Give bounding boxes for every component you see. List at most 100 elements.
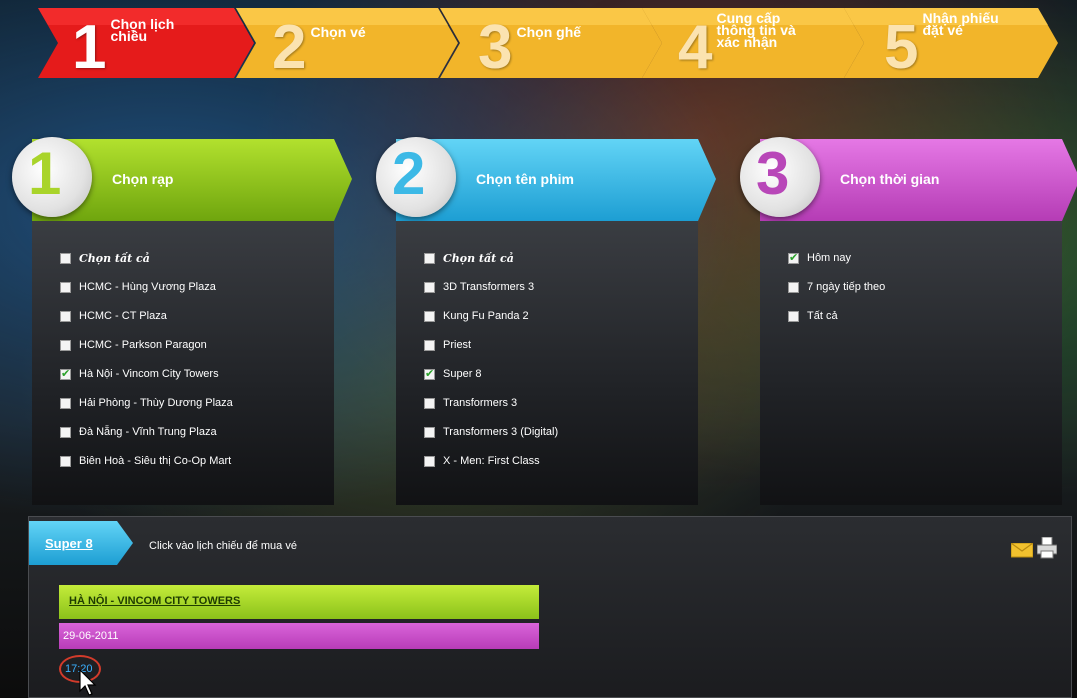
- step-5[interactable]: 5 Nhận phiếu đặt vé: [844, 8, 1058, 82]
- item-label: 3D Transformers 3: [443, 281, 535, 293]
- item-label: Hà Nội - Vincom City Towers: [79, 368, 219, 380]
- theater-item[interactable]: Hà Nội - Vincom City Towers: [60, 367, 219, 381]
- movie-item[interactable]: 3D Transformers 3: [424, 280, 534, 294]
- movie-item[interactable]: X - Men: First Class: [424, 454, 540, 468]
- item-label: Transformers 3 (Digital): [443, 426, 559, 438]
- movie-item[interactable]: Priest: [424, 338, 471, 352]
- schedule-tools: [1011, 537, 1057, 559]
- time-item[interactable]: Tất cả: [788, 309, 838, 323]
- theater-panel-title: Chọn rạp: [112, 171, 174, 187]
- time-step-number: 3: [756, 140, 790, 207]
- schedule-section: Super 8 Click vào lịch chiếu để mua vé H…: [28, 516, 1072, 698]
- item-label: Chọn tất cả: [443, 251, 514, 265]
- venue-name[interactable]: HÀ NỘI - VINCOM CITY TOWERS: [69, 595, 240, 607]
- checkbox[interactable]: [60, 455, 71, 467]
- checkbox[interactable]: [60, 397, 71, 409]
- item-label: HCMC - Parkson Paragon: [79, 339, 207, 351]
- step-3-number: 3: [478, 13, 513, 82]
- time-item[interactable]: Hôm nay: [788, 251, 851, 265]
- checkbox[interactable]: [60, 281, 71, 293]
- mouse-cursor-icon: [79, 669, 97, 696]
- checkbox-checked[interactable]: [60, 367, 71, 380]
- movie-item[interactable]: Kung Fu Panda 2: [424, 309, 529, 323]
- time-panel-title: Chọn thời gian: [840, 171, 940, 187]
- item-label: Chọn tất cả: [79, 251, 150, 265]
- checkbox[interactable]: [60, 252, 71, 264]
- checkbox[interactable]: [424, 339, 435, 351]
- checkbox[interactable]: [60, 339, 71, 351]
- checkbox[interactable]: [424, 397, 435, 409]
- date-bar: 29-06-2011: [59, 623, 539, 649]
- movie-step-number: 2: [392, 140, 426, 207]
- checkbox[interactable]: [424, 455, 435, 467]
- checkbox[interactable]: [424, 281, 435, 293]
- time-item[interactable]: 7 ngày tiếp theo: [788, 280, 885, 294]
- item-label: Tất cả: [807, 310, 838, 322]
- item-label: HCMC - Hùng Vương Plaza: [79, 281, 216, 293]
- theater-item[interactable]: Biên Hoà - Siêu thị Co-Op Mart: [60, 454, 231, 468]
- show-date: 29-06-2011: [63, 630, 119, 642]
- selected-film-tab[interactable]: Super 8: [29, 521, 133, 565]
- step-2-label: Chọn vé: [310, 24, 366, 40]
- item-label: Đà Nẵng - Vĩnh Trung Plaza: [79, 426, 217, 438]
- theater-item-all[interactable]: Chọn tất cả: [60, 251, 150, 265]
- movie-panel: 2 Chọn tên phim Chọn tất cả 3D Transform…: [368, 137, 716, 505]
- movie-list: Chọn tất cả 3D Transformers 3 Kung Fu Pa…: [396, 221, 698, 505]
- checkbox[interactable]: [424, 426, 435, 438]
- film-tab-label[interactable]: Super 8: [45, 536, 93, 551]
- step-1-number: 1: [72, 13, 107, 82]
- movie-item[interactable]: Super 8: [424, 367, 482, 381]
- step-3-arrow-shape: [440, 8, 662, 78]
- checkbox-checked[interactable]: [788, 251, 799, 264]
- venue-bar[interactable]: HÀ NỘI - VINCOM CITY TOWERS: [59, 585, 539, 619]
- step-3[interactable]: 3 Chọn ghế: [440, 8, 662, 82]
- item-label: 7 ngày tiếp theo: [807, 281, 886, 293]
- checkbox-checked[interactable]: [424, 367, 435, 380]
- step-3-label: Chọn ghế: [516, 24, 582, 40]
- theater-panel: 1 Chọn rạp Chọn tất cả HCMC - Hùng Vương…: [4, 137, 352, 505]
- schedule-hint: Click vào lịch chiếu để mua vé: [149, 540, 297, 552]
- theater-item[interactable]: Hải Phòng - Thùy Dương Plaza: [60, 396, 233, 410]
- print-icon[interactable]: [1037, 537, 1057, 559]
- movie-item[interactable]: Transformers 3: [424, 396, 517, 410]
- item-label: Hôm nay: [807, 252, 852, 264]
- step-2-number: 2: [272, 13, 307, 82]
- movie-item[interactable]: Transformers 3 (Digital): [424, 425, 558, 439]
- movie-step-badge: 2: [376, 137, 456, 217]
- step-4[interactable]: 4 Cung cấp thông tin và xác nhận: [642, 8, 864, 82]
- item-label: Priest: [443, 339, 472, 351]
- booking-steps: 1 Chọn lịch chiều 2 Chọn vé 3 Chọn ghế 4…: [0, 0, 1077, 82]
- checkbox[interactable]: [60, 426, 71, 438]
- step-4-label: Cung cấp thông tin và xác nhận: [716, 10, 796, 50]
- step-2[interactable]: 2 Chọn vé: [236, 8, 458, 82]
- checkbox[interactable]: [788, 310, 799, 322]
- checkbox[interactable]: [60, 310, 71, 322]
- movie-item-all[interactable]: Chọn tất cả: [424, 251, 514, 265]
- step-5-number: 5: [884, 13, 919, 82]
- theater-item[interactable]: Đà Nẵng - Vĩnh Trung Plaza: [60, 425, 217, 439]
- item-label: X - Men: First Class: [443, 455, 540, 467]
- time-step-badge: 3: [740, 137, 820, 217]
- step-4-number: 4: [678, 13, 713, 82]
- item-label: HCMC - CT Plaza: [79, 310, 167, 322]
- time-list: Hôm nay 7 ngày tiếp theo Tất cả: [760, 221, 1062, 505]
- theater-list: Chọn tất cả HCMC - Hùng Vương Plaza HCMC…: [32, 221, 334, 505]
- theater-step-number: 1: [28, 140, 62, 207]
- step-1-label: Chọn lịch chiều: [110, 16, 175, 44]
- item-label: Kung Fu Panda 2: [443, 310, 529, 322]
- movie-panel-title: Chọn tên phim: [476, 171, 574, 187]
- email-icon[interactable]: [1011, 543, 1033, 559]
- theater-item[interactable]: HCMC - Hùng Vương Plaza: [60, 280, 216, 294]
- step-2-arrow-shape: [236, 8, 458, 78]
- checkbox[interactable]: [424, 310, 435, 322]
- step-1[interactable]: 1 Chọn lịch chiều: [28, 8, 254, 82]
- checkbox[interactable]: [424, 252, 435, 264]
- item-label: Hải Phòng - Thùy Dương Plaza: [79, 397, 233, 409]
- theater-item[interactable]: HCMC - CT Plaza: [60, 309, 167, 323]
- theater-item[interactable]: HCMC - Parkson Paragon: [60, 338, 207, 352]
- item-label: Transformers 3: [443, 397, 518, 409]
- checkbox[interactable]: [788, 281, 799, 293]
- step-5-label: Nhận phiếu đặt vé: [922, 10, 999, 38]
- time-panel: 3 Chọn thời gian Hôm nay 7 ngày tiếp the…: [732, 137, 1077, 505]
- theater-step-badge: 1: [12, 137, 92, 217]
